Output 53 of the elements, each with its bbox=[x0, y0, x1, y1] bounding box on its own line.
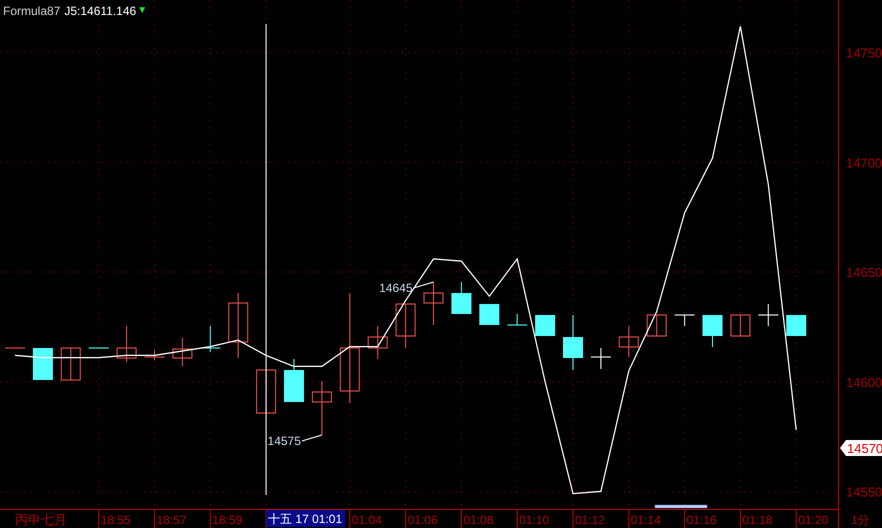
candlestick bbox=[396, 304, 416, 348]
candlestick bbox=[424, 282, 444, 326]
candlestick bbox=[674, 314, 696, 326]
candlestick bbox=[60, 348, 81, 380]
candlestick bbox=[506, 314, 528, 326]
candlestick bbox=[618, 326, 639, 358]
axis-label: 01:16 bbox=[686, 513, 717, 527]
price-annotation: 14575 bbox=[268, 434, 301, 448]
leader-line bbox=[413, 282, 434, 288]
candlestick bbox=[172, 338, 192, 366]
candlestick bbox=[758, 304, 779, 326]
candlestick bbox=[228, 292, 248, 358]
axis-label: 18:55 bbox=[100, 513, 131, 527]
candlestick bbox=[786, 314, 806, 336]
scroll-indicator bbox=[654, 504, 708, 508]
axis-label: 14750 bbox=[846, 46, 882, 61]
axis-label: 01:10 bbox=[519, 513, 550, 527]
axis-label: 01:14 bbox=[630, 513, 661, 527]
candlestick bbox=[590, 348, 612, 370]
axis-label: 14600 bbox=[846, 374, 882, 390]
formula-value: J5:14611.146 bbox=[64, 4, 136, 18]
cursor-time-label: 十五 17 01:01 bbox=[266, 510, 346, 527]
candlestick bbox=[730, 314, 750, 336]
candlestick bbox=[116, 326, 137, 362]
axis-label: 18:57 bbox=[156, 513, 187, 527]
axis-label: 14700 bbox=[846, 155, 882, 170]
axis-label: 01:20 bbox=[798, 513, 828, 527]
period-label: 1分 bbox=[851, 513, 870, 527]
candlestick bbox=[284, 358, 304, 402]
candlestick bbox=[535, 314, 556, 336]
candlestick bbox=[451, 282, 472, 314]
formula-name: Formula87 bbox=[3, 4, 60, 18]
axis-label: 14650 bbox=[846, 265, 882, 280]
axis-label: 01:12 bbox=[575, 513, 606, 527]
candlestick bbox=[563, 314, 583, 370]
candlestick bbox=[256, 370, 276, 414]
axis-label: 14550 bbox=[846, 484, 882, 500]
candlestick bbox=[144, 350, 165, 360]
axis-label: 18:59 bbox=[212, 513, 242, 527]
axis-label: 01:18 bbox=[742, 513, 772, 527]
axis-label: 01:08 bbox=[463, 513, 494, 527]
down-arrow-icon: ▼ bbox=[137, 4, 148, 18]
leader-line bbox=[301, 434, 322, 442]
axis-label: 01:06 bbox=[408, 513, 438, 527]
candlestick bbox=[479, 304, 500, 326]
candlestick bbox=[32, 348, 53, 380]
lunar-date-label: 丙申七月 bbox=[15, 512, 67, 527]
candlestick bbox=[702, 314, 722, 348]
candlestick bbox=[368, 326, 388, 360]
candlestick bbox=[312, 380, 332, 436]
candlestick bbox=[646, 314, 667, 336]
axis-label: 01:04 bbox=[352, 513, 382, 527]
price-annotation: 14645 bbox=[379, 281, 412, 295]
